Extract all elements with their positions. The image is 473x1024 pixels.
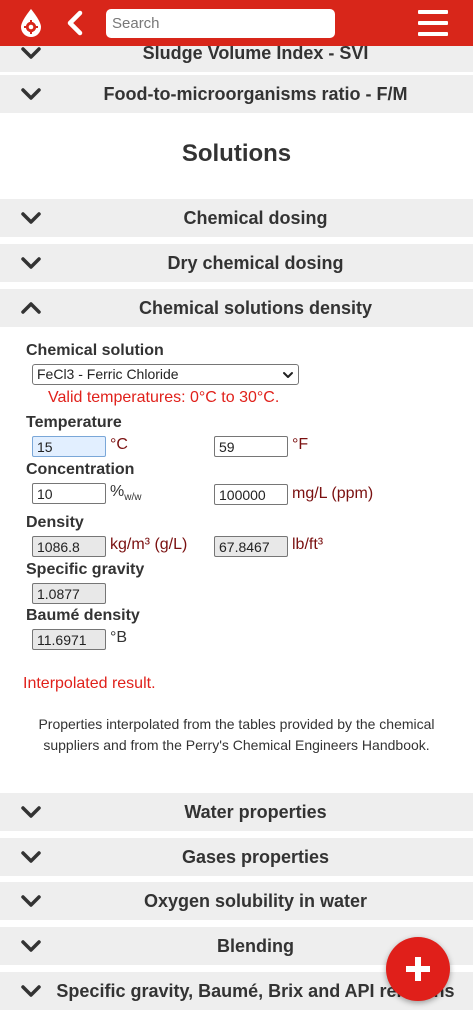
accordion-title: Gases properties: [181, 847, 330, 867]
back-arrow-icon[interactable]: [62, 9, 88, 37]
unit-celsius: °C: [110, 436, 128, 453]
unit-kgm3: kg/m³ (g/L): [110, 536, 188, 553]
valid-temperatures-text: Valid temperatures: 0°C to 30°C.: [48, 389, 280, 406]
accordion-title: Water properties: [184, 802, 327, 822]
density-label: Density: [26, 514, 84, 531]
temperature-c-input[interactable]: [32, 436, 106, 457]
chevron-down-icon: [283, 372, 293, 378]
accordion-chemical-solutions-density[interactable]: Chemical solutions density: [0, 289, 473, 327]
concentration-pct-input[interactable]: [32, 483, 106, 504]
density-lbft3-output: [214, 536, 288, 557]
accordion-title: Oxygen solubility in water: [143, 891, 368, 911]
specific-gravity-label: Specific gravity: [26, 561, 145, 578]
unit-fahrenheit: °F: [292, 436, 309, 453]
temperature-f-input[interactable]: [214, 436, 288, 457]
chemical-solution-label: Chemical solution: [26, 342, 164, 359]
hamburger-menu-icon[interactable]: [418, 10, 448, 36]
accordion-title: Chemical dosing: [183, 208, 328, 228]
accordion-oxygen-solubility[interactable]: Oxygen solubility in water: [0, 882, 473, 920]
source-note: Properties interpolated from the tables …: [38, 716, 435, 753]
density-kgm3-output: [32, 536, 106, 557]
temperature-label: Temperature: [26, 414, 122, 431]
accordion-dry-chemical-dosing[interactable]: Dry chemical dosing: [0, 244, 473, 282]
chemical-solution-selected: FeCl3 - Ferric Chloride: [37, 366, 179, 382]
accordion-chemical-dosing[interactable]: Chemical dosing: [0, 199, 473, 237]
accordion-title: Chemical solutions density: [138, 298, 373, 318]
accordion-title: Dry chemical dosing: [167, 253, 344, 273]
accordion-fm-ratio[interactable]: Food-to-microorganisms ratio - F/M: [0, 75, 473, 113]
interpolated-result-text: Interpolated result.: [23, 675, 156, 692]
unit-percent-ww: %w/w: [110, 483, 142, 504]
search-input[interactable]: [106, 9, 335, 38]
accordion-water-properties[interactable]: Water properties: [0, 793, 473, 831]
chemical-solution-select[interactable]: FeCl3 - Ferric Chloride: [32, 364, 299, 385]
add-fab-button[interactable]: [386, 937, 450, 1001]
specific-gravity-output: [32, 583, 106, 604]
accordion-title: Food-to-microorganisms ratio - F/M: [103, 84, 408, 104]
top-bar: [0, 0, 473, 46]
concentration-mgl-input[interactable]: [214, 484, 288, 505]
section-title: Solutions: [181, 140, 292, 167]
unit-baume: °B: [110, 629, 128, 646]
app-logo-icon[interactable]: [16, 8, 46, 38]
baume-density-label: Baumé density: [26, 607, 140, 624]
unit-mgl: mg/L (ppm): [292, 485, 374, 502]
concentration-label: Concentration: [26, 461, 135, 478]
unit-lbft3: lb/ft³: [292, 536, 324, 553]
baume-density-output: [32, 629, 106, 650]
accordion-gases-properties[interactable]: Gases properties: [0, 838, 473, 876]
